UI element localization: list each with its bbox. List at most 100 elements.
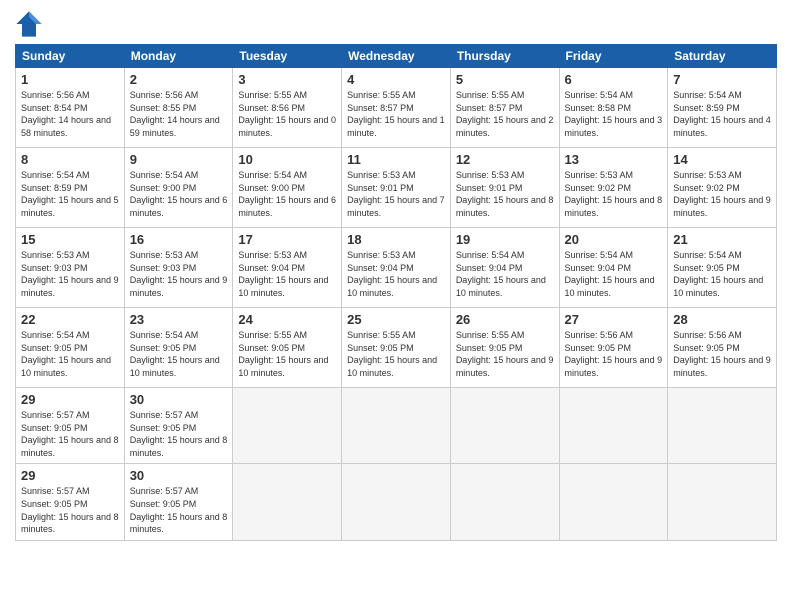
day-cell-29: 29 Sunrise: 5:57 AM Sunset: 9:05 PM Dayl… <box>16 464 125 540</box>
day-info: Sunrise: 5:54 AM Sunset: 9:05 PM Dayligh… <box>130 329 228 379</box>
col-sunday: Sunday <box>16 45 125 68</box>
empty-cell <box>559 464 668 540</box>
day-cell-22: 22 Sunrise: 5:54 AM Sunset: 9:05 PM Dayl… <box>16 308 125 388</box>
day-number: 24 <box>238 312 336 327</box>
day-cell-17: 17 Sunrise: 5:53 AM Sunset: 9:04 PM Dayl… <box>233 228 342 308</box>
day-info: Sunrise: 5:56 AM Sunset: 9:05 PM Dayligh… <box>565 329 663 379</box>
day-number: 16 <box>130 232 228 247</box>
day-info: Sunrise: 5:53 AM Sunset: 9:03 PM Dayligh… <box>21 249 119 299</box>
day-info: Sunrise: 5:57 AM Sunset: 9:05 PM Dayligh… <box>21 485 119 535</box>
day-cell-15: 15 Sunrise: 5:53 AM Sunset: 9:03 PM Dayl… <box>16 228 125 308</box>
day-cell-21: 21 Sunrise: 5:54 AM Sunset: 9:05 PM Dayl… <box>668 228 777 308</box>
page: Sunday Monday Tuesday Wednesday Thursday… <box>0 0 792 612</box>
day-number: 30 <box>130 392 228 407</box>
day-info: Sunrise: 5:57 AM Sunset: 9:05 PM Dayligh… <box>130 409 228 459</box>
day-cell-12: 12 Sunrise: 5:53 AM Sunset: 9:01 PM Dayl… <box>450 148 559 228</box>
calendar-header-row: Sunday Monday Tuesday Wednesday Thursday… <box>16 45 777 68</box>
logo-icon <box>15 10 43 38</box>
col-tuesday: Tuesday <box>233 45 342 68</box>
day-info: Sunrise: 5:57 AM Sunset: 9:05 PM Dayligh… <box>21 409 119 459</box>
day-info: Sunrise: 5:55 AM Sunset: 8:56 PM Dayligh… <box>238 89 336 139</box>
empty-cell <box>233 388 342 464</box>
day-number: 9 <box>130 152 228 167</box>
day-cell-30: 30 Sunrise: 5:57 AM Sunset: 9:05 PM Dayl… <box>124 388 233 464</box>
day-cell-7: 7 Sunrise: 5:54 AM Sunset: 8:59 PM Dayli… <box>668 68 777 148</box>
day-cell-4: 4 Sunrise: 5:55 AM Sunset: 8:57 PM Dayli… <box>342 68 451 148</box>
day-number: 14 <box>673 152 771 167</box>
day-cell-1: 1 Sunrise: 5:56 AM Sunset: 8:54 PM Dayli… <box>16 68 125 148</box>
day-cell-3: 3 Sunrise: 5:55 AM Sunset: 8:56 PM Dayli… <box>233 68 342 148</box>
day-info: Sunrise: 5:54 AM Sunset: 8:58 PM Dayligh… <box>565 89 663 139</box>
day-number: 4 <box>347 72 445 87</box>
day-info: Sunrise: 5:55 AM Sunset: 9:05 PM Dayligh… <box>456 329 554 379</box>
day-number: 3 <box>238 72 336 87</box>
col-monday: Monday <box>124 45 233 68</box>
day-cell-28: 28 Sunrise: 5:56 AM Sunset: 9:05 PM Dayl… <box>668 308 777 388</box>
day-info: Sunrise: 5:56 AM Sunset: 8:55 PM Dayligh… <box>130 89 228 139</box>
day-cell-30: 30 Sunrise: 5:57 AM Sunset: 9:05 PM Dayl… <box>124 464 233 540</box>
day-number: 6 <box>565 72 663 87</box>
day-cell-25: 25 Sunrise: 5:55 AM Sunset: 9:05 PM Dayl… <box>342 308 451 388</box>
col-saturday: Saturday <box>668 45 777 68</box>
calendar-week-6: 29 Sunrise: 5:57 AM Sunset: 9:05 PM Dayl… <box>16 464 777 540</box>
empty-cell <box>450 388 559 464</box>
day-number: 22 <box>21 312 119 327</box>
day-info: Sunrise: 5:53 AM Sunset: 9:03 PM Dayligh… <box>130 249 228 299</box>
day-info: Sunrise: 5:53 AM Sunset: 9:02 PM Dayligh… <box>673 169 771 219</box>
day-number: 29 <box>21 468 119 483</box>
empty-cell <box>342 464 451 540</box>
calendar-week-5: 29 Sunrise: 5:57 AM Sunset: 9:05 PM Dayl… <box>16 388 777 464</box>
day-info: Sunrise: 5:54 AM Sunset: 9:05 PM Dayligh… <box>21 329 119 379</box>
day-info: Sunrise: 5:54 AM Sunset: 9:04 PM Dayligh… <box>456 249 554 299</box>
day-info: Sunrise: 5:54 AM Sunset: 8:59 PM Dayligh… <box>673 89 771 139</box>
empty-cell <box>450 464 559 540</box>
day-cell-14: 14 Sunrise: 5:53 AM Sunset: 9:02 PM Dayl… <box>668 148 777 228</box>
header <box>15 10 777 38</box>
calendar-week-1: 1 Sunrise: 5:56 AM Sunset: 8:54 PM Dayli… <box>16 68 777 148</box>
col-friday: Friday <box>559 45 668 68</box>
day-number: 2 <box>130 72 228 87</box>
day-info: Sunrise: 5:53 AM Sunset: 9:02 PM Dayligh… <box>565 169 663 219</box>
day-cell-29: 29 Sunrise: 5:57 AM Sunset: 9:05 PM Dayl… <box>16 388 125 464</box>
day-cell-8: 8 Sunrise: 5:54 AM Sunset: 8:59 PM Dayli… <box>16 148 125 228</box>
empty-cell <box>559 388 668 464</box>
day-cell-10: 10 Sunrise: 5:54 AM Sunset: 9:00 PM Dayl… <box>233 148 342 228</box>
day-info: Sunrise: 5:55 AM Sunset: 9:05 PM Dayligh… <box>347 329 445 379</box>
day-info: Sunrise: 5:54 AM Sunset: 9:00 PM Dayligh… <box>130 169 228 219</box>
day-number: 11 <box>347 152 445 167</box>
day-info: Sunrise: 5:53 AM Sunset: 9:01 PM Dayligh… <box>456 169 554 219</box>
day-number: 23 <box>130 312 228 327</box>
day-info: Sunrise: 5:54 AM Sunset: 9:04 PM Dayligh… <box>565 249 663 299</box>
day-number: 28 <box>673 312 771 327</box>
day-number: 13 <box>565 152 663 167</box>
calendar-table: Sunday Monday Tuesday Wednesday Thursday… <box>15 44 777 541</box>
day-cell-5: 5 Sunrise: 5:55 AM Sunset: 8:57 PM Dayli… <box>450 68 559 148</box>
empty-cell <box>233 464 342 540</box>
day-info: Sunrise: 5:53 AM Sunset: 9:01 PM Dayligh… <box>347 169 445 219</box>
day-cell-2: 2 Sunrise: 5:56 AM Sunset: 8:55 PM Dayli… <box>124 68 233 148</box>
day-number: 17 <box>238 232 336 247</box>
day-info: Sunrise: 5:57 AM Sunset: 9:05 PM Dayligh… <box>130 485 228 535</box>
day-info: Sunrise: 5:56 AM Sunset: 9:05 PM Dayligh… <box>673 329 771 379</box>
day-cell-27: 27 Sunrise: 5:56 AM Sunset: 9:05 PM Dayl… <box>559 308 668 388</box>
day-number: 10 <box>238 152 336 167</box>
day-cell-16: 16 Sunrise: 5:53 AM Sunset: 9:03 PM Dayl… <box>124 228 233 308</box>
day-info: Sunrise: 5:53 AM Sunset: 9:04 PM Dayligh… <box>347 249 445 299</box>
day-cell-24: 24 Sunrise: 5:55 AM Sunset: 9:05 PM Dayl… <box>233 308 342 388</box>
empty-cell <box>668 464 777 540</box>
day-number: 25 <box>347 312 445 327</box>
day-number: 12 <box>456 152 554 167</box>
col-thursday: Thursday <box>450 45 559 68</box>
calendar-week-3: 15 Sunrise: 5:53 AM Sunset: 9:03 PM Dayl… <box>16 228 777 308</box>
empty-cell <box>668 388 777 464</box>
day-cell-23: 23 Sunrise: 5:54 AM Sunset: 9:05 PM Dayl… <box>124 308 233 388</box>
logo <box>15 10 47 38</box>
day-cell-18: 18 Sunrise: 5:53 AM Sunset: 9:04 PM Dayl… <box>342 228 451 308</box>
day-cell-13: 13 Sunrise: 5:53 AM Sunset: 9:02 PM Dayl… <box>559 148 668 228</box>
day-cell-19: 19 Sunrise: 5:54 AM Sunset: 9:04 PM Dayl… <box>450 228 559 308</box>
day-number: 30 <box>130 468 228 483</box>
day-number: 26 <box>456 312 554 327</box>
day-number: 20 <box>565 232 663 247</box>
day-number: 5 <box>456 72 554 87</box>
day-info: Sunrise: 5:54 AM Sunset: 9:05 PM Dayligh… <box>673 249 771 299</box>
